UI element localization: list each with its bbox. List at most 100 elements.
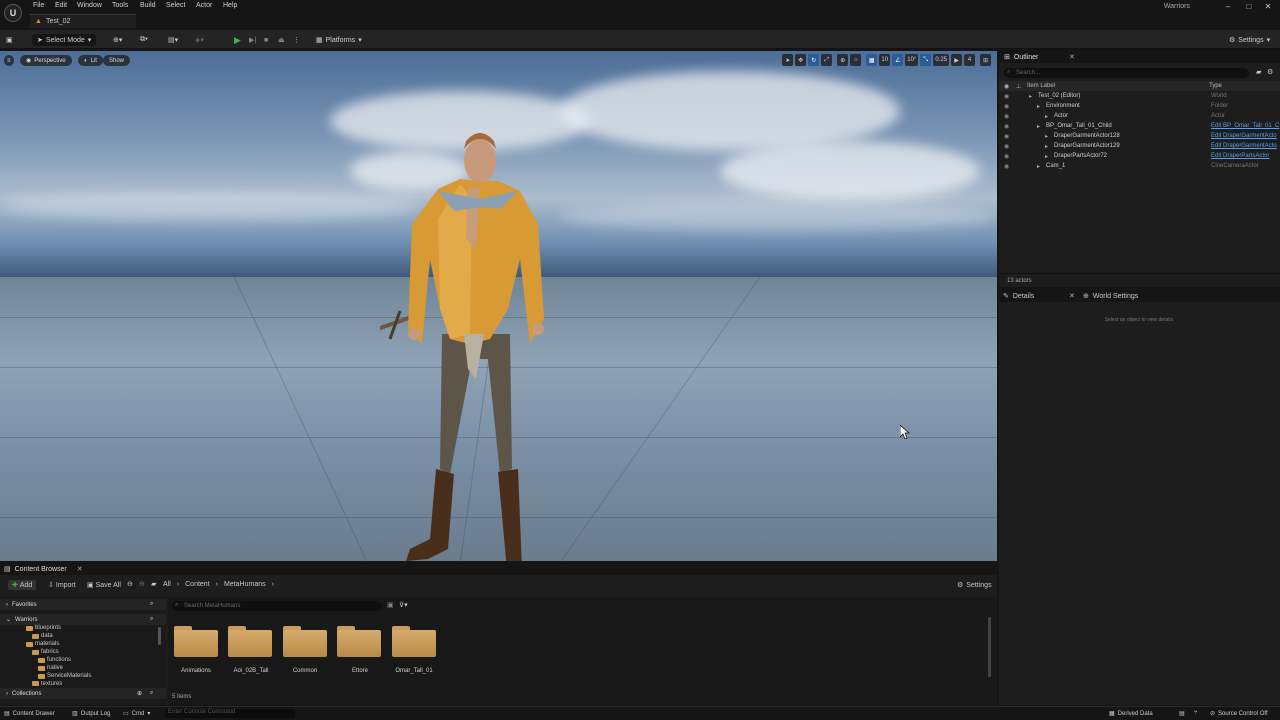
surface-snap-icon[interactable]: ⌂ bbox=[850, 54, 862, 66]
translate-icon[interactable]: ✥ bbox=[795, 54, 807, 66]
visibility-toggle-icon[interactable]: ◉ bbox=[1004, 143, 1009, 150]
search-icon[interactable]: ⌕ bbox=[150, 601, 153, 608]
visibility-toggle-icon[interactable]: ◉ bbox=[1004, 93, 1009, 100]
scale-icon[interactable]: ⤢ bbox=[821, 54, 833, 66]
settings-button[interactable]: ⚙ Settings ▾ bbox=[1229, 34, 1270, 46]
tree-folder[interactable]: data bbox=[32, 633, 53, 639]
select-tool-icon[interactable]: ➤ bbox=[782, 54, 794, 66]
content-drawer-button[interactable]: ▤ Content Drawer bbox=[4, 710, 55, 718]
grid-snap-value[interactable]: 10 bbox=[879, 54, 891, 66]
play-options-icon[interactable]: ⋮ bbox=[293, 34, 300, 46]
edit-blueprint-link[interactable]: Edit DraperGarmentActo bbox=[1211, 133, 1277, 139]
console-input[interactable]: Enter Console Command bbox=[165, 709, 295, 718]
level-viewport[interactable]: ≡ ◉ Perspective ◐ Lit Show ➤ ✥ ↻ ⤢ ⊕ ⌂ ▦… bbox=[0, 51, 997, 561]
tab-world-settings[interactable]: ⊕ World Settings bbox=[1083, 292, 1138, 301]
outliner-search-input[interactable]: Search... bbox=[1004, 68, 1249, 78]
project-section[interactable]: ⌄ Warriors ⌕ bbox=[0, 614, 166, 625]
tab-details[interactable]: ✎ Details bbox=[1003, 292, 1034, 301]
world-local-icon[interactable]: ⊕ bbox=[837, 54, 849, 66]
select-mode-dropdown[interactable]: ➤ Select Mode ▾ bbox=[32, 34, 97, 46]
save-all-button[interactable]: ▣ Save All bbox=[87, 581, 121, 590]
modes-button[interactable]: ◈▾ bbox=[195, 34, 204, 46]
menu-build[interactable]: Build bbox=[140, 2, 156, 9]
outliner-row[interactable]: ◉ ▸ DraperGarmentActor129 Edit DraperGarmen… bbox=[999, 143, 1280, 153]
tree-folder[interactable]: native bbox=[38, 665, 63, 671]
menu-tools[interactable]: Tools bbox=[112, 2, 128, 9]
cmd-dropdown[interactable]: ▭ Cmd ▾ bbox=[123, 710, 150, 718]
camera-speed-value[interactable]: 4 bbox=[964, 54, 975, 66]
breadcrumb-all[interactable]: All bbox=[163, 581, 171, 588]
tree-scrollbar[interactable] bbox=[158, 627, 161, 645]
save-search-icon[interactable]: ▣ bbox=[387, 601, 394, 609]
outliner-row[interactable]: ◉ ▸ Environment Folder bbox=[999, 103, 1280, 113]
visibility-toggle-icon[interactable]: ◉ bbox=[1004, 153, 1009, 160]
minimize-icon[interactable]: – bbox=[1222, 2, 1234, 11]
history-back-icon[interactable]: ⊖ bbox=[127, 580, 133, 588]
outliner-row[interactable]: ◉ ▸ Cam_1 CineCameraActor bbox=[999, 163, 1280, 173]
tree-folder[interactable]: functions bbox=[38, 657, 71, 663]
content-browser-tab[interactable]: ▤ Content Browser ✕ bbox=[0, 563, 997, 575]
breadcrumb-content[interactable]: Content bbox=[185, 581, 210, 588]
close-tab-icon[interactable]: ✕ bbox=[1069, 53, 1075, 61]
rotation-snap-value[interactable]: 10° bbox=[905, 54, 919, 66]
add-button[interactable]: ✚ Add bbox=[8, 580, 37, 590]
maximize-icon[interactable]: □ bbox=[1243, 2, 1255, 11]
grid-snap-icon[interactable]: ▦ bbox=[866, 54, 878, 66]
play-button[interactable]: ▶ bbox=[234, 34, 241, 46]
collections-section[interactable]: › Collections ⊕ ⌕ bbox=[0, 688, 166, 699]
add-folder-icon[interactable]: ▰ bbox=[1256, 68, 1261, 76]
edit-blueprint-link[interactable]: Edit DraperGarmentActo bbox=[1211, 143, 1277, 149]
notifications-icon[interactable]: ▤ bbox=[1179, 710, 1185, 717]
edit-blueprint-link[interactable]: Edit BP_Omar_Tall_01_C bbox=[1211, 123, 1279, 129]
unreal-logo-icon[interactable]: U bbox=[4, 4, 22, 22]
visibility-toggle-icon[interactable]: ◉ bbox=[1004, 133, 1009, 140]
search-icon[interactable]: ⌕ bbox=[150, 690, 153, 697]
save-icon[interactable]: ▣ bbox=[6, 34, 13, 46]
menu-select[interactable]: Select bbox=[166, 2, 185, 9]
outliner-row[interactable]: ◉ ▸ BP_Omar_Tall_01_Child Edit BP_Omar_Tall… bbox=[999, 123, 1280, 133]
close-icon[interactable]: ✕ bbox=[1262, 2, 1274, 11]
stop-button[interactable]: ■ bbox=[264, 34, 268, 46]
cinematics-button[interactable]: ▤▾ bbox=[168, 34, 178, 46]
perspective-button[interactable]: ◉ Perspective bbox=[20, 55, 72, 66]
scale-snap-icon[interactable]: ⤡ bbox=[920, 54, 932, 66]
menu-actor[interactable]: Actor bbox=[196, 2, 212, 9]
menu-window[interactable]: Window bbox=[77, 2, 102, 9]
revision-icon[interactable]: ⑂ bbox=[1194, 710, 1198, 716]
output-log-button[interactable]: ▥ Output Log bbox=[72, 710, 110, 718]
visibility-toggle-icon[interactable]: ◉ bbox=[1004, 123, 1009, 130]
rotate-icon[interactable]: ↻ bbox=[808, 54, 820, 66]
asset-scrollbar[interactable] bbox=[988, 617, 991, 677]
blueprints-button[interactable]: ⧉▾ bbox=[140, 34, 148, 46]
outliner-row[interactable]: ◉ ▸ DraperPartsActor72 Edit DraperPartsActo… bbox=[999, 153, 1280, 163]
history-forward-icon[interactable]: ⊖ bbox=[139, 580, 145, 588]
close-tab-icon[interactable]: ✕ bbox=[77, 565, 83, 573]
layout-icon[interactable]: ⊞ bbox=[980, 54, 991, 66]
metahuman-character[interactable] bbox=[380, 129, 570, 561]
outliner-row[interactable]: ◉ ▸ Actor Actor bbox=[999, 113, 1280, 123]
folder-thumbnail[interactable] bbox=[283, 625, 327, 657]
column-type[interactable]: Type bbox=[1209, 83, 1222, 89]
viewport-menu-button[interactable]: ≡ bbox=[4, 55, 14, 66]
step-button[interactable]: ▶| bbox=[249, 34, 256, 46]
filter-icon[interactable]: ⊽▾ bbox=[399, 601, 408, 609]
outliner-row[interactable]: ◉ ▸ DraperGarmentActor128 Edit DraperGarmen… bbox=[999, 133, 1280, 143]
search-icon[interactable]: ⌕ bbox=[150, 616, 153, 623]
pin-icon[interactable]: ⊥ bbox=[1016, 83, 1021, 90]
visibility-icon[interactable]: ◉ bbox=[1004, 83, 1009, 90]
visibility-toggle-icon[interactable]: ◉ bbox=[1004, 103, 1009, 110]
folder-thumbnail[interactable] bbox=[228, 625, 272, 657]
visibility-toggle-icon[interactable]: ◉ bbox=[1004, 163, 1009, 170]
tree-folder[interactable]: textures bbox=[32, 681, 62, 686]
source-control-button[interactable]: ⊘ Source Control Off bbox=[1210, 710, 1268, 718]
folder-thumbnail[interactable] bbox=[392, 625, 436, 657]
level-tab[interactable]: ▲ Test_02 bbox=[30, 14, 136, 28]
folder-thumbnail[interactable] bbox=[174, 625, 218, 657]
visibility-toggle-icon[interactable]: ◉ bbox=[1004, 113, 1009, 120]
lit-button[interactable]: ◐ Lit bbox=[78, 55, 103, 66]
column-item-label[interactable]: Item Label bbox=[1027, 83, 1055, 89]
menu-file[interactable]: File bbox=[33, 2, 44, 9]
add-collection-icon[interactable]: ⊕ bbox=[137, 690, 142, 697]
import-button[interactable]: ⇩ Import bbox=[48, 581, 76, 590]
derived-data-button[interactable]: ▦ Derived Data bbox=[1109, 710, 1153, 718]
